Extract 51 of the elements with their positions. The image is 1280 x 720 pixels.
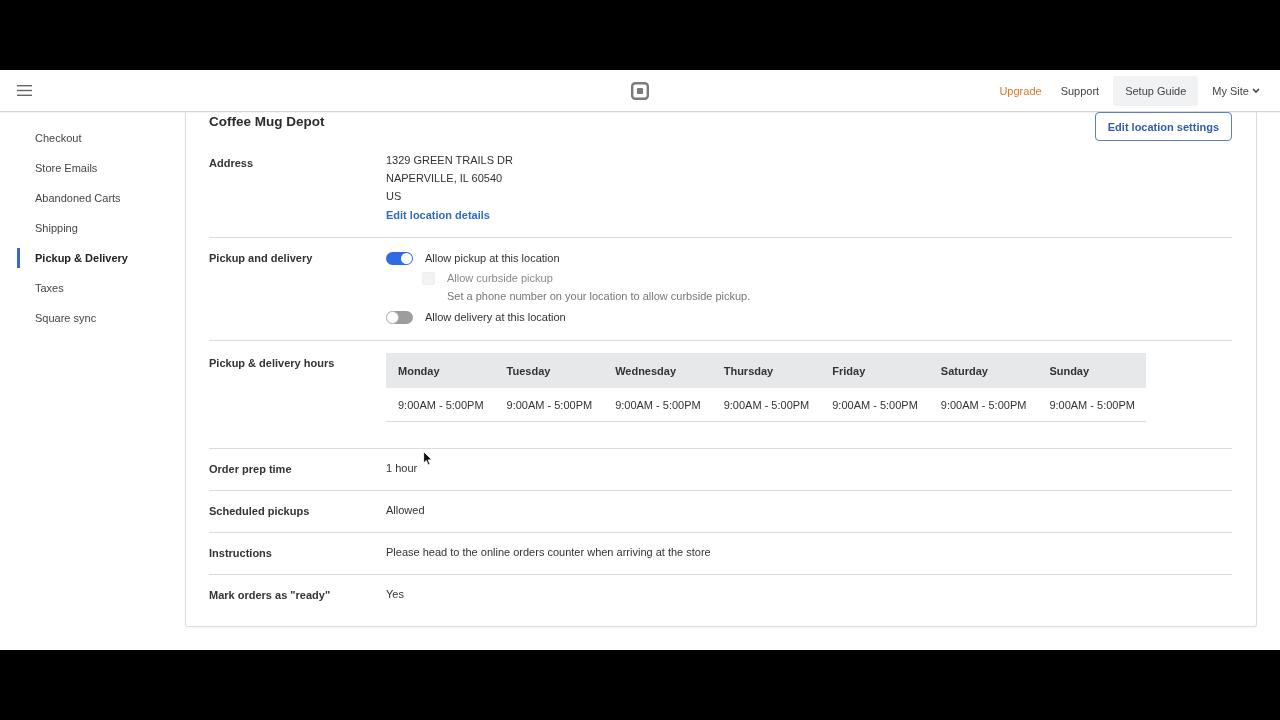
location-name: Coffee Mug Depot [209, 113, 325, 131]
sidebar-item[interactable]: Abandoned Carts [17, 183, 185, 213]
row-label: Mark orders as "ready" [209, 588, 332, 603]
table-cell: 9:00AM - 5:00PM [928, 388, 1038, 422]
table-cell: 9:00AM - 5:00PM [386, 388, 495, 422]
row-label: Scheduled pickups [209, 504, 311, 519]
table-cell: 9:00AM - 5:00PM [494, 388, 604, 422]
my-site-menu[interactable]: My Site [1204, 75, 1268, 106]
menu-icon[interactable] [17, 85, 32, 96]
address-line: 1329 GREEN TRAILS DR [386, 153, 514, 168]
row-label: Instructions [209, 546, 273, 561]
column-header: Sunday [1037, 353, 1146, 388]
address-line: US [386, 189, 403, 204]
column-header: Friday [820, 353, 929, 388]
square-logo-icon[interactable] [631, 81, 649, 100]
mouse-pointer-icon [423, 451, 433, 466]
sidebar-item[interactable]: Square sync [17, 303, 185, 333]
sidebar-item[interactable]: Store Emails [17, 153, 185, 183]
row-value: Please head to the online orders counter when arriving at the store [386, 546, 711, 558]
row-label: Address [209, 156, 255, 171]
edit-location-details-link[interactable]: Edit location details [386, 209, 490, 221]
table-cell: 9:00AM - 5:00PM [820, 388, 929, 422]
row-value: Allowed [386, 504, 425, 516]
sidebar-item[interactable]: Pickup & Delivery [17, 248, 185, 268]
table-cell: 9:00AM - 5:00PM [711, 388, 821, 422]
column-header: Saturday [928, 353, 1038, 388]
row-label: Order prep time [209, 462, 293, 477]
sidebar-item[interactable]: Taxes [17, 273, 185, 303]
toggle-switch[interactable] [386, 310, 413, 324]
help-text: Set a phone number on your location to allow curbside pickup. [446, 289, 752, 304]
column-header: Wednesday [603, 353, 712, 388]
option-label: Allow curbside pickup [447, 271, 553, 286]
row-label: Pickup and delivery [209, 251, 314, 266]
edit-location-settings-button[interactable]: Edit location settings [1094, 112, 1232, 141]
table-cell: 9:00AM - 5:00PM [1037, 388, 1146, 422]
option-label: Allow pickup at this location [425, 251, 560, 266]
sidebar-item[interactable]: Checkout [17, 123, 185, 153]
option-label: Allow delivery at this location [425, 310, 566, 325]
table-cell: 9:00AM - 5:00PM [603, 388, 712, 422]
sidebar-item[interactable]: Shipping [17, 213, 185, 243]
column-header: Thursday [711, 353, 821, 388]
chevron-down-icon [1252, 88, 1260, 93]
row-label: Pickup & delivery hours [209, 356, 336, 371]
address-line: NAPERVILLE, IL 60540 [386, 171, 504, 186]
toggle-switch[interactable] [386, 251, 413, 265]
column-header: Tuesday [494, 353, 604, 388]
column-header: Monday [386, 353, 495, 388]
header-link[interactable]: Support [1052, 75, 1108, 106]
header-link[interactable]: Setup Guide [1113, 75, 1199, 106]
row-value: 1 hour [386, 462, 418, 474]
row-value: Yes [386, 588, 404, 600]
